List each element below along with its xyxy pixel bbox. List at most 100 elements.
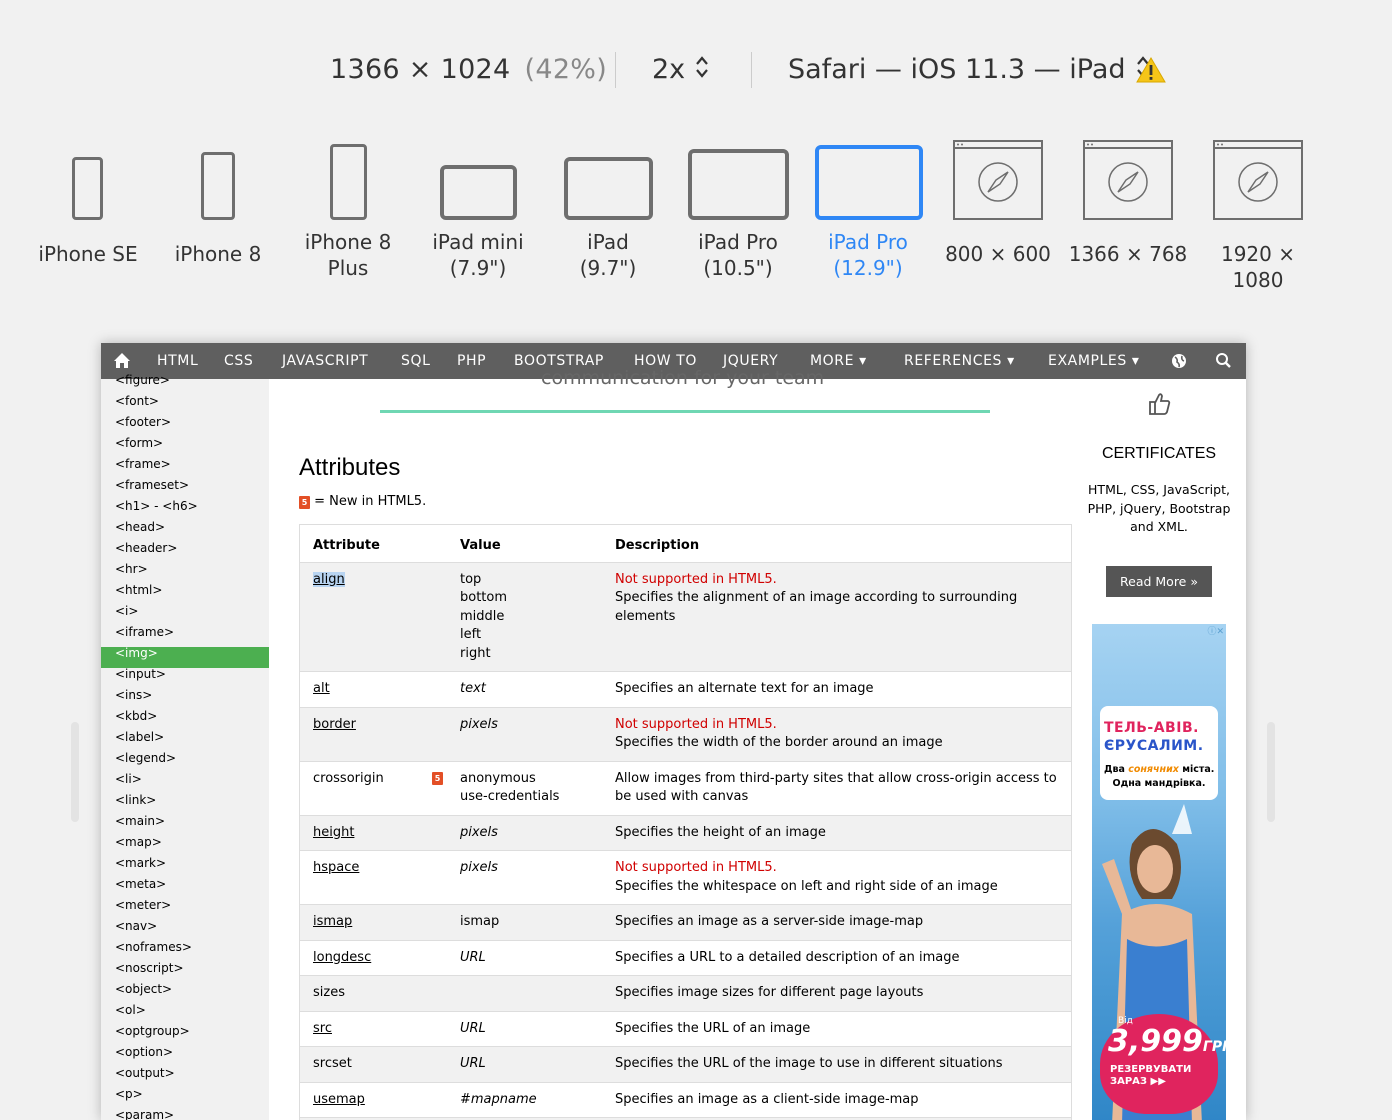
sidebar-item[interactable]: <noscript> (115, 958, 184, 979)
sidebar-item[interactable]: <legend> (115, 748, 176, 769)
sidebar-item[interactable]: <kbd> (115, 706, 157, 727)
attr-name[interactable]: hspace (313, 860, 359, 875)
attr-name[interactable]: ismap (313, 914, 352, 929)
attr-value: URL (460, 1020, 486, 1036)
sidebar-item[interactable]: <mark> (115, 853, 166, 874)
device-iphone-8-plus[interactable]: iPhone 8 Plus (283, 140, 413, 290)
sidebar-item[interactable]: <main> (115, 811, 165, 832)
device-ipad-mini[interactable]: iPad mini (7.9") (413, 140, 543, 290)
sidebar-item[interactable]: <frameset> (115, 475, 189, 496)
device-iphone-8[interactable]: iPhone 8 (153, 140, 283, 290)
sidebar-item[interactable]: <footer> (115, 412, 171, 433)
tablet-frame-icon (564, 157, 653, 220)
warning-icon[interactable] (1136, 56, 1166, 88)
read-more-button[interactable]: Read More » (1106, 566, 1212, 597)
sidebar-item[interactable]: <figure> (115, 370, 170, 391)
attr-name-cell: usemap (300, 1082, 448, 1118)
ad-line-4: Одна мандрівка. (1112, 778, 1206, 789)
device-800x600[interactable]: 800 × 600 (933, 140, 1063, 290)
user-agent-select[interactable]: Safari — iOS 11.3 — iPad (788, 54, 1150, 87)
globe-icon[interactable] (1171, 343, 1187, 379)
attr-description-cell: Specifies the height of an image (602, 815, 1072, 851)
device-label: iPad (587, 230, 629, 254)
attr-value: text (460, 681, 486, 696)
attr-name[interactable]: height (313, 825, 354, 840)
attr-name: srcset (313, 1056, 352, 1071)
sidebar-item[interactable]: <noframes> (115, 937, 192, 958)
sidebar-item[interactable]: <html> (115, 580, 162, 601)
sidebar-item[interactable]: <header> (115, 538, 177, 559)
resize-handle-right[interactable] (1267, 722, 1275, 822)
sidebar-item[interactable]: <frame> (115, 454, 171, 475)
sidebar-item[interactable]: <input> (115, 664, 166, 685)
device-label: iPhone 8 (174, 242, 262, 266)
attr-name[interactable]: usemap (313, 1092, 365, 1107)
nav-sql[interactable]: SQL (401, 343, 431, 379)
sidebar-item[interactable]: <param> (115, 1105, 174, 1120)
attr-description-cell: Specifies an image as a server-side imag… (602, 905, 1072, 941)
sidebar-item[interactable]: <meta> (115, 874, 166, 895)
sidebar-item[interactable]: <map> (115, 832, 162, 853)
nav-examples[interactable]: EXAMPLES ▾ (1048, 343, 1140, 379)
sidebar-item[interactable]: <ins> (115, 685, 152, 706)
sidebar-item[interactable]: <nav> (115, 916, 157, 937)
pixel-ratio-select[interactable]: 2x (652, 54, 709, 87)
sidebar-item[interactable]: <option> (115, 1042, 173, 1063)
attr-description-cell: Specifies image sizes for different page… (602, 976, 1072, 1012)
sidebar-item[interactable]: <head> (115, 517, 165, 538)
sidebar-item[interactable]: <meter> (115, 895, 171, 916)
col-header-value: Value (460, 538, 501, 553)
attr-name[interactable]: longdesc (313, 950, 371, 965)
sidebar-item[interactable]: <link> (115, 790, 156, 811)
sidebar-item[interactable]: <output> (115, 1063, 175, 1084)
toolbar-divider (615, 52, 616, 88)
nav-javascript[interactable]: JAVASCRIPT (282, 343, 368, 379)
search-icon[interactable] (1215, 343, 1231, 379)
sidebar-item[interactable]: <ol> (115, 1000, 146, 1021)
sidebar-item[interactable]: <h1> - <h6> (115, 496, 198, 517)
attr-name[interactable]: align (313, 571, 345, 587)
nav-php[interactable]: PHP (457, 343, 486, 379)
sidebar-item[interactable]: <label> (115, 727, 164, 748)
sidebar-item[interactable]: <form> (115, 433, 163, 454)
sidebar-item[interactable]: <hr> (115, 559, 148, 580)
resize-handle-left[interactable] (71, 722, 79, 822)
thumbs-up-icon[interactable] (1148, 391, 1172, 421)
html5-badge-icon: 5 (432, 771, 443, 785)
ad-choices-icon[interactable]: ⓘ✕ (1207, 624, 1224, 637)
sidebar-item[interactable]: <object> (115, 979, 172, 1000)
attr-name-cell: sizes (300, 976, 448, 1012)
sidebar-item[interactable]: <img> (115, 643, 158, 664)
advertisement[interactable]: ⓘ✕ ТЕЛЬ-АВІВ. ЄРУСАЛИМ. Два сонячних міс… (1092, 624, 1226, 1120)
device-ipad-pro-12-9[interactable]: iPad Pro (12.9") (803, 140, 933, 290)
nav-references[interactable]: REFERENCES ▾ (904, 343, 1015, 379)
device-label-sub: Plus (327, 256, 369, 280)
sidebar-item[interactable]: <p> (115, 1084, 143, 1105)
attr-value: pixels (460, 860, 498, 875)
attr-value: top bottom middle left right (460, 571, 508, 661)
device-ipad[interactable]: iPad (9.7") (543, 140, 673, 290)
sidebar-item[interactable]: <li> (115, 769, 142, 790)
not-supported-note: Not supported in HTML5. (615, 571, 777, 587)
sidebar-item[interactable]: <iframe> (115, 622, 174, 643)
attr-description-cell: Specifies the URL of an image (602, 1011, 1072, 1047)
ad-line-3c: міста. (1178, 764, 1215, 775)
device-label: 1366 × 768 (1068, 242, 1188, 266)
sidebar-item[interactable]: <font> (115, 391, 159, 412)
attr-description: Specifies image sizes for different page… (615, 985, 924, 1000)
sidebar-item[interactable]: <i> (115, 601, 138, 622)
device-1366x768[interactable]: 1366 × 768 (1063, 140, 1193, 290)
sidebar-item[interactable]: <optgroup> (115, 1021, 190, 1042)
attr-name[interactable]: alt (313, 681, 330, 696)
device-1920x1080[interactable]: 1920 × 1080 (1193, 140, 1323, 292)
device-ipad-pro-10-5[interactable]: iPad Pro (10.5") (673, 140, 803, 290)
nav-css[interactable]: CSS (224, 343, 253, 379)
attr-name[interactable]: border (313, 717, 356, 732)
resolution-readout[interactable]: 1366 × 1024 (42%) (330, 54, 607, 85)
attr-name-cell: align (300, 562, 448, 672)
ad-cta[interactable]: РЕЗЕРВУВАТИ ЗАРАЗ ▶▶ (1110, 1064, 1210, 1088)
device-iphone-se[interactable]: iPhone SE (23, 140, 153, 290)
attr-description-cell: Specifies an image as a client-side imag… (602, 1082, 1072, 1118)
attributes-table: Attribute Value Description align top bot… (299, 524, 1072, 1120)
attr-name[interactable]: src (313, 1021, 332, 1036)
